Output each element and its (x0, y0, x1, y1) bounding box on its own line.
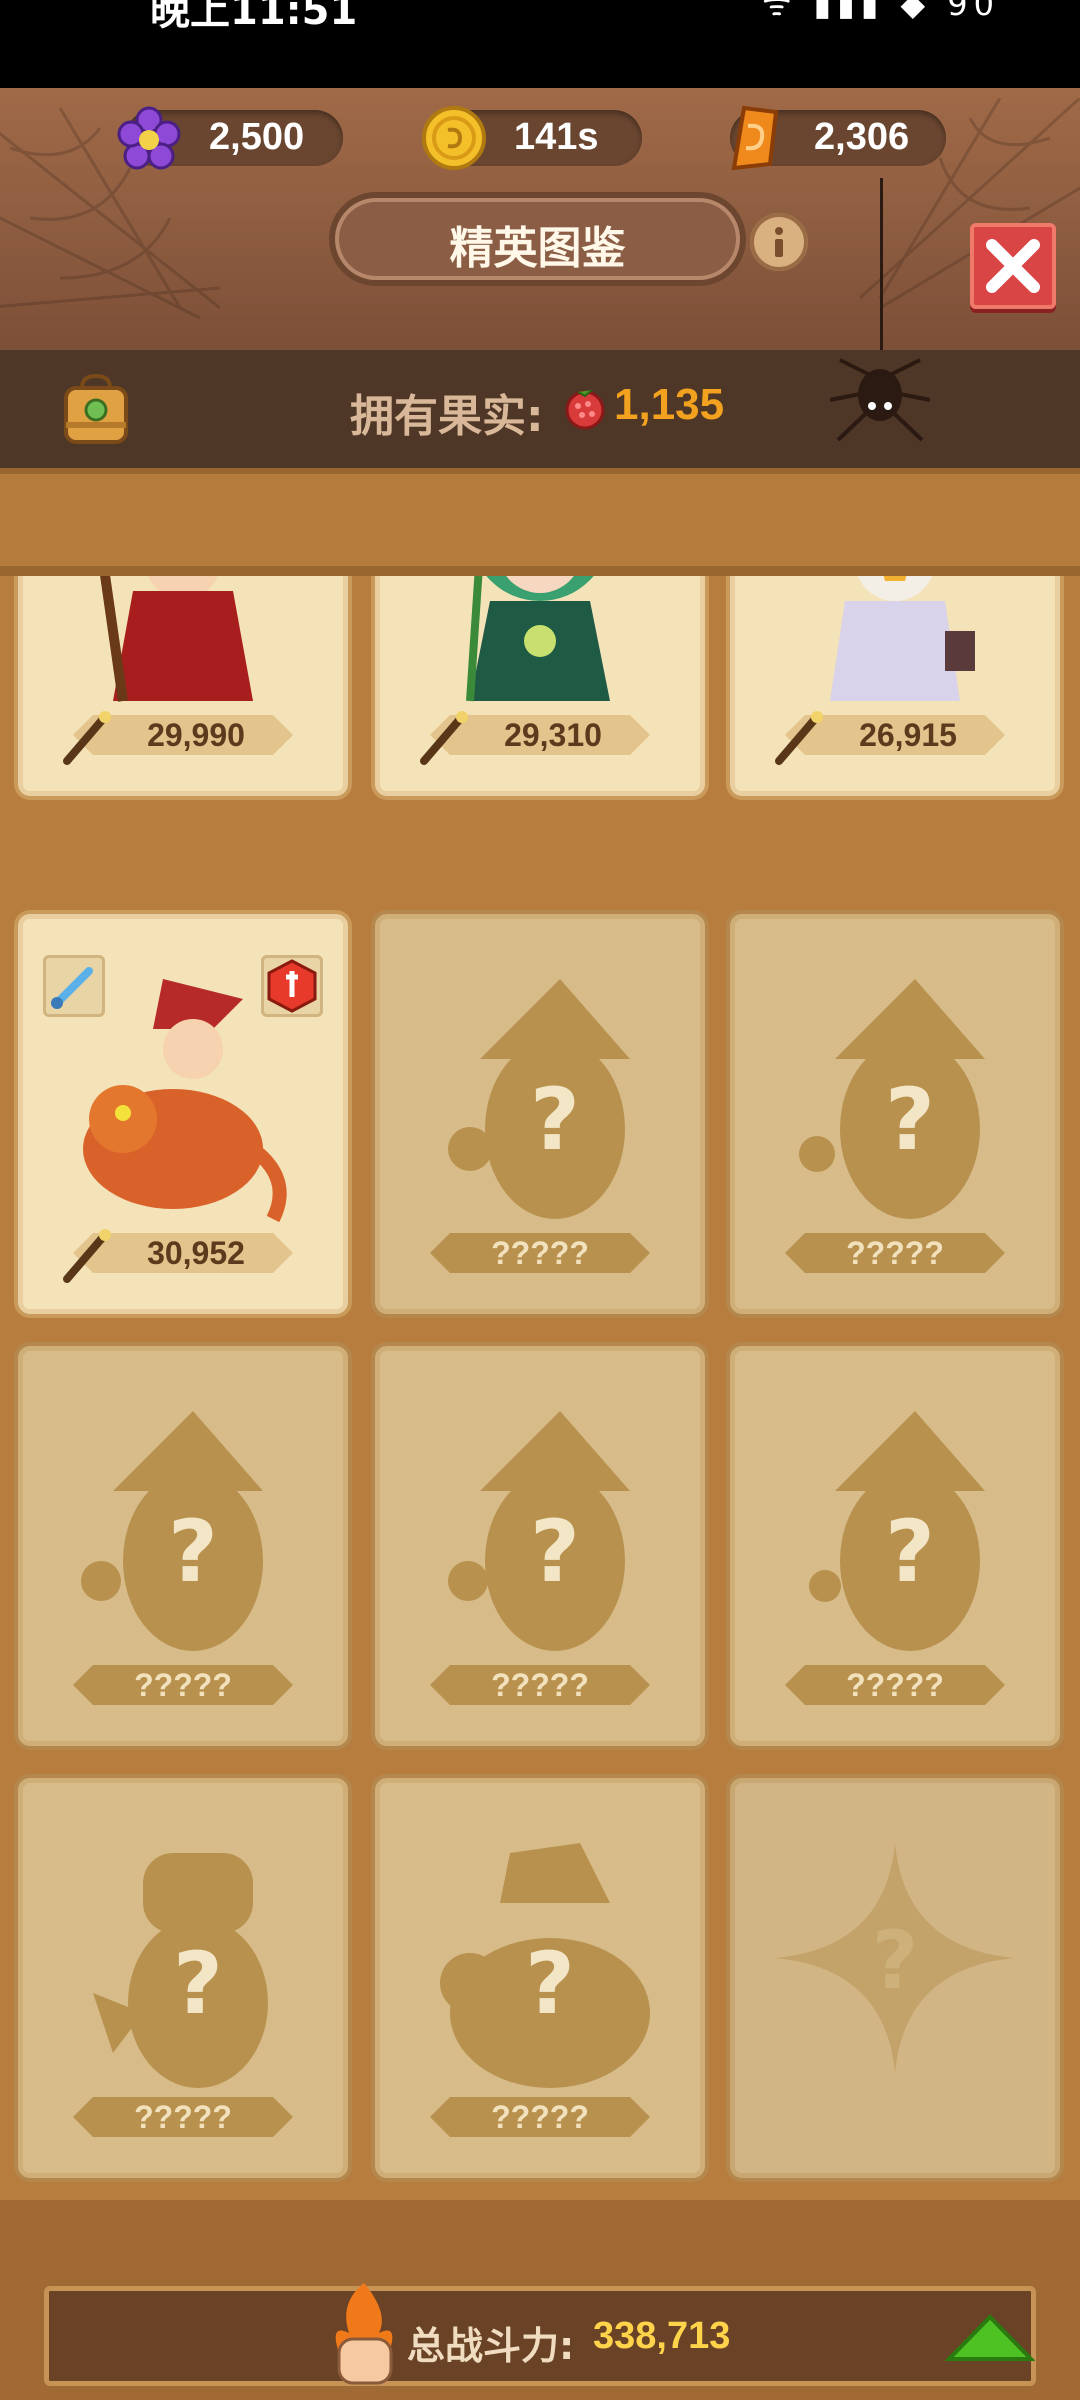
wand-icon (420, 711, 468, 765)
svg-text:?: ? (168, 1502, 218, 1602)
title-plate: 精英图鉴 (335, 198, 740, 280)
locked-name: ????? (491, 2099, 589, 2135)
dragon-rider-portrait (83, 979, 287, 1223)
locked-hero-card[interactable]: ? ????? (730, 1346, 1060, 1746)
expand-up-button[interactable] (945, 2313, 1035, 2369)
svg-text:?: ? (525, 1934, 575, 2034)
locked-name: ????? (846, 1235, 944, 1271)
close-button[interactable] (970, 223, 1056, 309)
locked-name: ????? (491, 1235, 589, 1271)
hero-card[interactable]: 26,915 (730, 576, 1060, 796)
fruit-bar: 拥有果实: 1,135 (0, 350, 1080, 468)
currency-gem-value: 2,500 (209, 116, 305, 158)
silhouette-beast-rider: ? (440, 1843, 650, 2088)
section-divider (0, 468, 1080, 576)
svg-text:?: ? (530, 1502, 580, 1602)
hero-card[interactable]: 29,990 (18, 576, 348, 796)
silhouette-wizard: ? (448, 979, 630, 1219)
currency-crystal-value: 2,306 (814, 116, 910, 158)
info-button[interactable] (750, 213, 808, 271)
silhouette-wizard: ? (81, 1411, 263, 1651)
hero-card[interactable]: 29,310 (375, 576, 705, 796)
silhouette-knight: ? (93, 1853, 268, 2088)
svg-text:?: ? (885, 1070, 935, 1170)
locked-hero-card[interactable]: ? ????? (18, 1346, 348, 1746)
status-time: 晚上11:51 (150, 0, 358, 34)
status-bar: 晚上11:51 ᯤ ▮▮▮ ◆ 90 (0, 0, 1080, 88)
sparkle-placeholder-icon: ? (775, 1843, 1015, 2073)
currency-gem[interactable]: 2,500 (117, 106, 343, 170)
currency-crystal[interactable]: 2,306 (730, 105, 946, 171)
fruit-count: 1,135 (614, 380, 725, 429)
collection-grid: 29,990 29,310 26,915 30,952 ? ????? ? ??… (0, 576, 1080, 2200)
svg-text:?: ? (530, 1070, 580, 1170)
wand-icon (63, 1229, 111, 1283)
locked-name: ????? (491, 1667, 589, 1703)
page-title: 精英图鉴 (449, 223, 626, 274)
currency-coin[interactable]: 141s (422, 106, 642, 170)
empty-card-slot: ? (730, 1778, 1060, 2178)
hero-card[interactable]: 30,952 (18, 914, 348, 1314)
svg-text:?: ? (173, 1934, 223, 2034)
footer: 总战斗力: 338,713 (0, 2200, 1080, 2400)
locked-ribbon: ????? (430, 1233, 650, 1273)
spider-icon (829, 358, 931, 442)
raspberry-icon (565, 389, 605, 430)
locked-ribbon: ????? (430, 1665, 650, 1705)
locked-ribbon: ????? (430, 2097, 650, 2137)
silhouette-wizard: ? (799, 979, 985, 1219)
fruit-label: 拥有果实: (350, 391, 544, 442)
status-indicators: ᯤ ▮▮▮ ◆ 90 (762, 0, 1000, 23)
green-elf-portrait (466, 576, 610, 702)
locked-name: ????? (846, 1667, 944, 1703)
wand-icon (63, 711, 111, 765)
spider-thread (880, 178, 883, 350)
orange-crystal-icon (731, 105, 779, 171)
currency-coin-value: 141s (514, 116, 599, 158)
silhouette-wizard: ? (809, 1411, 985, 1651)
locked-hero-card[interactable]: ? ????? (375, 914, 705, 1314)
locked-ribbon: ????? (73, 1665, 293, 1705)
locked-ribbon: ????? (785, 1665, 1005, 1705)
silhouette-wizard: ? (448, 1411, 630, 1651)
total-power-value: 338,713 (593, 2315, 731, 2357)
svg-text:?: ? (885, 1502, 935, 1602)
locked-hero-card[interactable]: ? ????? (375, 1346, 705, 1746)
header: 2,500 141s 2,306 精英图鉴 (0, 88, 1080, 350)
jester-priest-portrait (830, 576, 975, 701)
info-icon (775, 227, 783, 257)
wand-icon (775, 711, 823, 765)
locked-hero-card[interactable]: ? ????? (18, 1778, 348, 2178)
flaming-fist-icon (335, 2283, 393, 2385)
locked-hero-card[interactable]: ? ????? (730, 914, 1060, 1314)
locked-hero-card[interactable]: ? ????? (375, 1778, 705, 2178)
locked-ribbon: ????? (73, 2097, 293, 2137)
close-icon (986, 239, 1040, 293)
backpack-icon[interactable] (58, 372, 134, 448)
locked-ribbon: ????? (785, 1233, 1005, 1273)
svg-text:?: ? (872, 1914, 918, 2007)
locked-name: ????? (134, 2099, 232, 2135)
total-power-bar: 总战斗力: 338,713 (44, 2283, 1036, 2386)
locked-name: ????? (134, 1667, 232, 1703)
total-power-label: 总战斗力: (407, 2324, 575, 2368)
red-wizard-portrait (100, 576, 253, 702)
gold-coin-icon (422, 106, 486, 170)
purple-gem-icon (117, 106, 181, 170)
